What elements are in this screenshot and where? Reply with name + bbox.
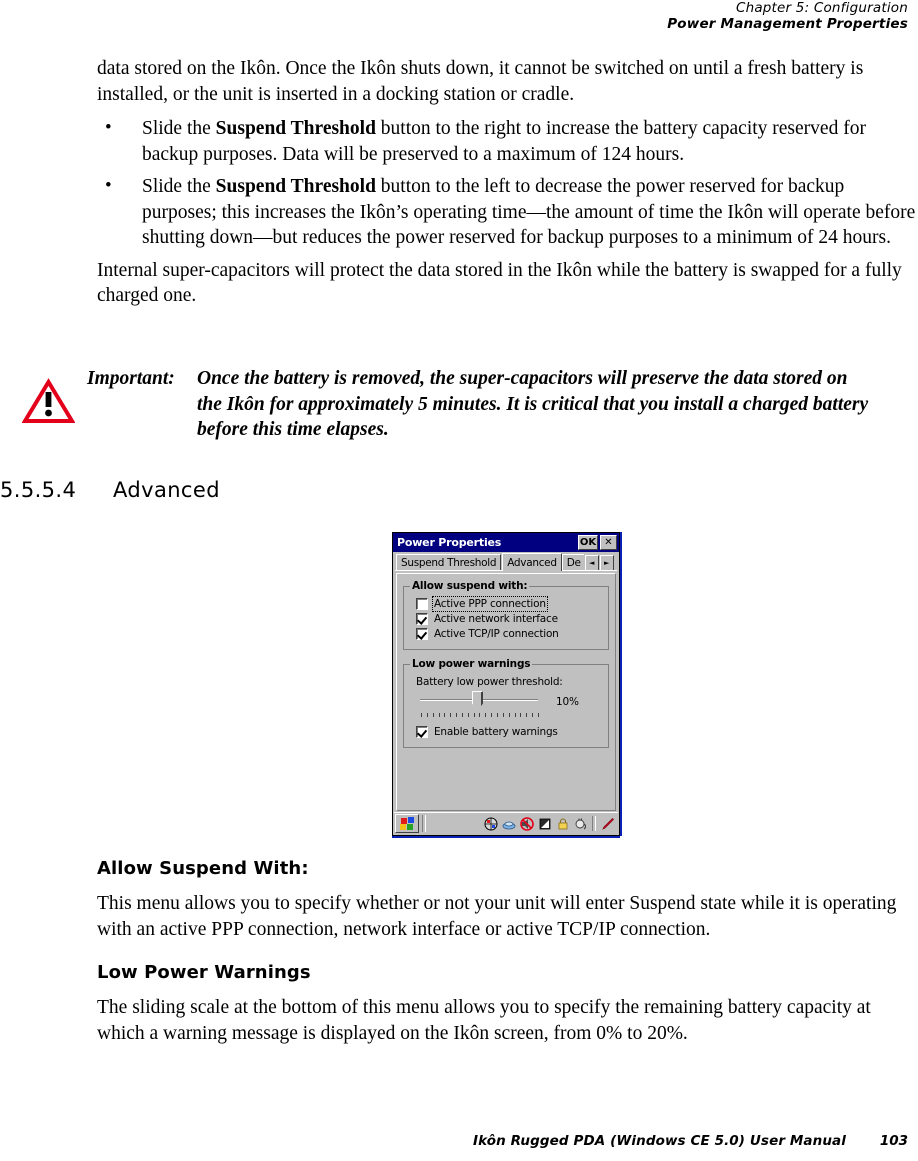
bullet-text-bold: Suspend Threshold (215, 176, 376, 197)
checkbox-enable-battery-warnings[interactable] (416, 726, 428, 738)
tab-strip: Suspend Threshold Advanced De ◄ ► (393, 552, 619, 571)
subhead-low-power-warnings: Low Power Warnings (97, 962, 311, 983)
bullet-text-pre: Slide the (142, 118, 216, 139)
close-icon[interactable]: ✕ (600, 535, 617, 550)
section-number: 5.5.5.4 (0, 478, 77, 502)
list-item: • Slide the Suspend Threshold button to … (97, 116, 917, 167)
taskbar (394, 812, 618, 834)
page-footer: Ikôn Rugged PDA (Windows CE 5.0) User Ma… (0, 1133, 918, 1149)
header-chapter: Chapter 5: Configuration (735, 0, 908, 16)
paragraph-low-power-warnings: The sliding scale at the bottom of this … (97, 997, 871, 1044)
body-content: data stored on the Ikôn. Once the Ikôn s… (97, 56, 917, 318)
bullet-text-pre: Slide the (142, 176, 216, 197)
lock-icon[interactable] (555, 816, 570, 831)
window-titlebar: Power Properties OK ✕ (393, 533, 619, 552)
activesync-icon[interactable] (501, 816, 516, 831)
page-header: Chapter 5: Configuration Power Managemen… (0, 0, 918, 32)
low-power-warnings-group: Low power warnings Battery low power thr… (403, 658, 609, 748)
bullet-text-bold: Suspend Threshold (215, 118, 376, 139)
checkbox-active-ppp[interactable] (416, 598, 428, 610)
battery-threshold-slider-row: 10% (416, 690, 602, 718)
section-title: Advanced (113, 478, 220, 502)
tab-panel-advanced: Allow suspend with: Active PPP connectio… (396, 573, 616, 811)
start-button[interactable] (395, 814, 419, 833)
page-title: 5.5.5.4 Advanced (0, 478, 918, 502)
bullet-list: • Slide the Suspend Threshold button to … (97, 116, 917, 251)
lower-content: Allow Suspend With: This menu allows you… (97, 858, 917, 1055)
tray-divider (592, 816, 596, 831)
bullet-dot-icon: • (105, 175, 112, 196)
checkbox-row-enable-warnings[interactable]: Enable battery warnings (416, 726, 602, 738)
tab-advanced[interactable]: Advanced (502, 553, 562, 571)
header-section: Power Management Properties (667, 16, 908, 32)
checkbox-row-network[interactable]: Active network interface (416, 613, 602, 625)
footer-page-number: 103 (879, 1133, 908, 1149)
bullet-dot-icon: • (105, 117, 112, 138)
system-tray (483, 816, 618, 831)
footer-manual-title: Ikôn Rugged PDA (Windows CE 5.0) User Ma… (473, 1133, 846, 1149)
checkbox-active-tcpip[interactable] (416, 628, 428, 640)
slider-thumb[interactable] (472, 691, 483, 711)
checkbox-label-active-tcpip: Active TCP/IP connection (434, 628, 559, 640)
checkbox-label-active-network: Active network interface (434, 613, 558, 625)
taskbar-divider (422, 815, 426, 832)
windows-start-flag-icon (399, 816, 414, 830)
slider-ticks (421, 713, 539, 718)
battery-threshold-label: Battery low power threshold: (416, 676, 563, 688)
checkbox-row-ppp[interactable]: Active PPP connection (416, 596, 602, 612)
slider-value-label: 10% (556, 696, 579, 708)
intro-paragraph: data stored on the Ikôn. Once the Ikôn s… (97, 58, 864, 105)
allow-suspend-group: Allow suspend with: Active PPP connectio… (403, 580, 609, 650)
callout-label: Important: (87, 368, 175, 389)
warning-triangle-icon (22, 378, 75, 423)
battery-threshold-slider[interactable] (416, 690, 544, 718)
low-power-legend: Low power warnings (412, 658, 531, 670)
tab-device[interactable]: De (561, 554, 584, 571)
battery-icon[interactable] (537, 816, 552, 831)
stylus-pen-icon[interactable] (600, 816, 615, 831)
after-bullets-paragraph: Internal super-capacitors will protect t… (97, 259, 902, 307)
window-title: Power Properties (397, 536, 502, 549)
paragraph-allow-suspend-with: This menu allows you to specify whether … (97, 893, 897, 940)
checkbox-label-active-ppp: Active PPP connection (432, 596, 548, 612)
ok-button[interactable]: OK (578, 535, 598, 550)
power-properties-window: Power Properties OK ✕ Suspend Threshold … (392, 532, 620, 836)
subhead-allow-suspend-with: Allow Suspend With: (97, 858, 309, 879)
checkbox-row-tcpip[interactable]: Active TCP/IP connection (416, 628, 602, 640)
checkbox-label-enable-battery-warnings: Enable battery warnings (434, 726, 558, 738)
network-globe-icon[interactable] (483, 816, 498, 831)
allow-suspend-legend: Allow suspend with: (412, 580, 528, 592)
callout-text: Once the battery is removed, the super-c… (197, 368, 869, 440)
list-item: • Slide the Suspend Threshold button to … (97, 174, 917, 251)
tab-scroll-left-icon[interactable]: ◄ (584, 555, 599, 571)
important-callout: Important: Once the battery is removed, … (22, 366, 902, 443)
ac-power-plug-icon[interactable] (573, 816, 588, 831)
checkbox-active-network[interactable] (416, 613, 428, 625)
tab-scroll-right-icon[interactable]: ► (599, 555, 614, 571)
volume-muted-icon[interactable] (519, 816, 534, 831)
tab-suspend-threshold[interactable]: Suspend Threshold (396, 554, 502, 571)
